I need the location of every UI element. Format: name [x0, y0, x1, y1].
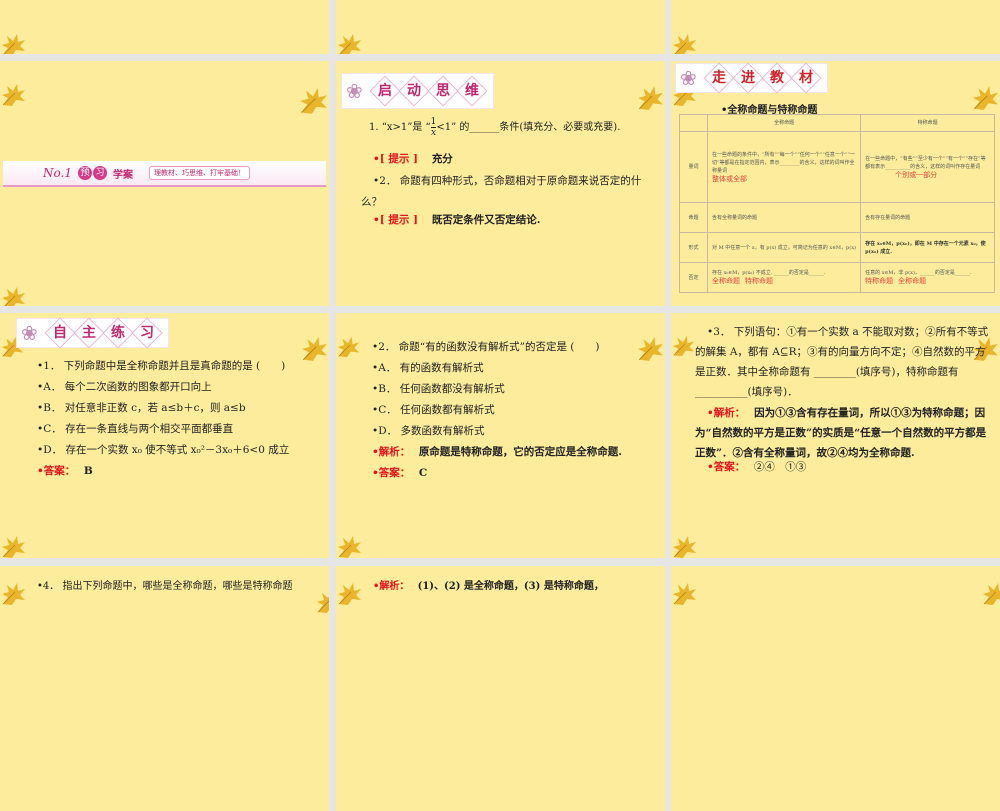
- flower-icon: ❀: [346, 79, 363, 103]
- leaf-icon: [0, 83, 26, 107]
- flower-icon: ❀: [21, 321, 38, 345]
- banner-char: 主: [73, 317, 105, 349]
- question-list: •2． 命题“有的函数没有解析式”的否定是 ( ) •A． 有的函数有解析式 •B．…: [372, 341, 622, 479]
- slide-question-3[interactable]: •3． 下列语句：①有一个实数 a 不能取对数；②所有不等式的解集 A，都有 A…: [671, 313, 1000, 558]
- leaf-icon: [300, 333, 328, 365]
- slide-preview-study[interactable]: No.1 预 习 学案 理教材、巧思维、打牢基础！: [0, 61, 329, 306]
- leaf-icon: [315, 590, 329, 614]
- question-3: •3． 下列语句：①有一个实数 a 不能取对数；②所有不等式的解集 A，都有 A…: [695, 326, 989, 398]
- hint-2: •[ 提示 ] 既否定条件又否定结论.: [373, 214, 541, 226]
- question-1: 1. “x>1”是 “1 x<1” 的______条件(填充分、必要或充要).: [369, 117, 621, 138]
- banner-header: ❀ 走进教材: [675, 62, 828, 94]
- leaf-icon: [298, 85, 328, 117]
- slide-question-2[interactable]: •2． 命题“有的函数没有解析式”的否定是 ( ) •A． 有的函数有解析式 •B．…: [336, 313, 665, 558]
- leaf-icon: [981, 582, 1000, 606]
- banner-char: 维: [456, 75, 488, 107]
- banner-char: 进: [732, 62, 764, 94]
- analysis: •解析： 因为①③含有存在量词，所以①③为特称命题；因为“自然数的平方是正数”的…: [695, 407, 987, 459]
- section-title: 学案: [112, 169, 133, 181]
- badge: 预: [77, 166, 92, 180]
- banner-char: 思: [427, 75, 459, 107]
- slide-warmup-thinking[interactable]: ❀ 启动思维 1. “x>1”是 “1 x<1” 的______条件(填充分、必要…: [336, 61, 665, 306]
- leaf-icon: [336, 582, 362, 606]
- section-number: No.1: [43, 166, 72, 180]
- section-header-bar: No.1 预 习 学案 理教材、巧思维、打牢基础！: [3, 161, 326, 187]
- banner-char: 练: [102, 317, 134, 349]
- leaf-icon: [671, 331, 695, 361]
- leaf-icon: [0, 582, 26, 606]
- slide-thumbnail-1[interactable]: [0, 0, 329, 54]
- slide-thumbnail-2[interactable]: [336, 0, 665, 54]
- leaf-icon: [671, 535, 697, 558]
- flower-icon: ❀: [680, 66, 697, 90]
- slide-question-4[interactable]: •4． 指出下列命题中，哪些是全称命题，哪些是特称命题: [0, 566, 329, 811]
- question-2: •2． 命题有四种形式，否命题相对于原命题来说否定的什么？: [361, 175, 642, 208]
- badge: 习: [92, 166, 107, 180]
- banner-char: 教: [761, 62, 793, 94]
- banner-char: 走: [703, 62, 735, 94]
- leaf-icon: [336, 535, 362, 558]
- slide-thumbnail-12[interactable]: [671, 566, 1000, 811]
- leaf-icon: [336, 333, 360, 361]
- leaf-icon: [0, 33, 26, 54]
- banner-header: ❀ 启动思维: [341, 73, 494, 109]
- analysis: •解析： (1)、(2) 是全称命题，(3) 是特称命题，: [373, 581, 604, 592]
- leaf-icon: [636, 333, 664, 365]
- banner-char: 习: [131, 317, 163, 349]
- tagline: 理教材、巧思维、打牢基础！: [148, 166, 250, 180]
- slide-self-practice[interactable]: ❀ 自主练习 •1． 下列命题中是全称命题并且是真命题的是 ( ) •A． 每个二…: [0, 313, 329, 558]
- leaf-icon: [671, 33, 697, 54]
- banner-char: 启: [369, 75, 401, 107]
- banner-char: 动: [398, 75, 430, 107]
- slide-textbook[interactable]: ❀ 走进教材 •全称命题与特称命题 全称命题 特称命题 量词 在一些命题的条件中，“…: [671, 61, 1000, 306]
- leaf-icon: [0, 286, 26, 306]
- comparison-table: 全称命题 特称命题 量词 在一些命题的条件中，“所有”“每一个”“任何一个”“任意一…: [679, 114, 995, 293]
- question-4: •4． 指出下列命题中，哪些是全称命题，哪些是特称命题: [37, 581, 293, 592]
- banner-char: 材: [790, 62, 822, 94]
- question-list: •1． 下列命题中是全称命题并且是真命题的是 ( ) •A． 每个二次函数的图象都…: [37, 360, 290, 477]
- banner-header: ❀ 自主练习: [16, 317, 169, 349]
- slide-analysis-4[interactable]: •解析： (1)、(2) 是全称命题，(3) 是特称命题，: [336, 566, 665, 811]
- leaf-icon: [671, 582, 697, 606]
- leaf-icon: [971, 83, 999, 113]
- hint-1: •[ 提示 ] 充分: [373, 153, 453, 165]
- leaf-icon: [636, 83, 664, 113]
- answer: •答案： ②④ ①③: [707, 461, 807, 473]
- slide-thumbnail-3[interactable]: [671, 0, 1000, 54]
- banner-char: 自: [44, 317, 76, 349]
- leaf-icon: [0, 535, 26, 558]
- leaf-icon: [336, 33, 362, 54]
